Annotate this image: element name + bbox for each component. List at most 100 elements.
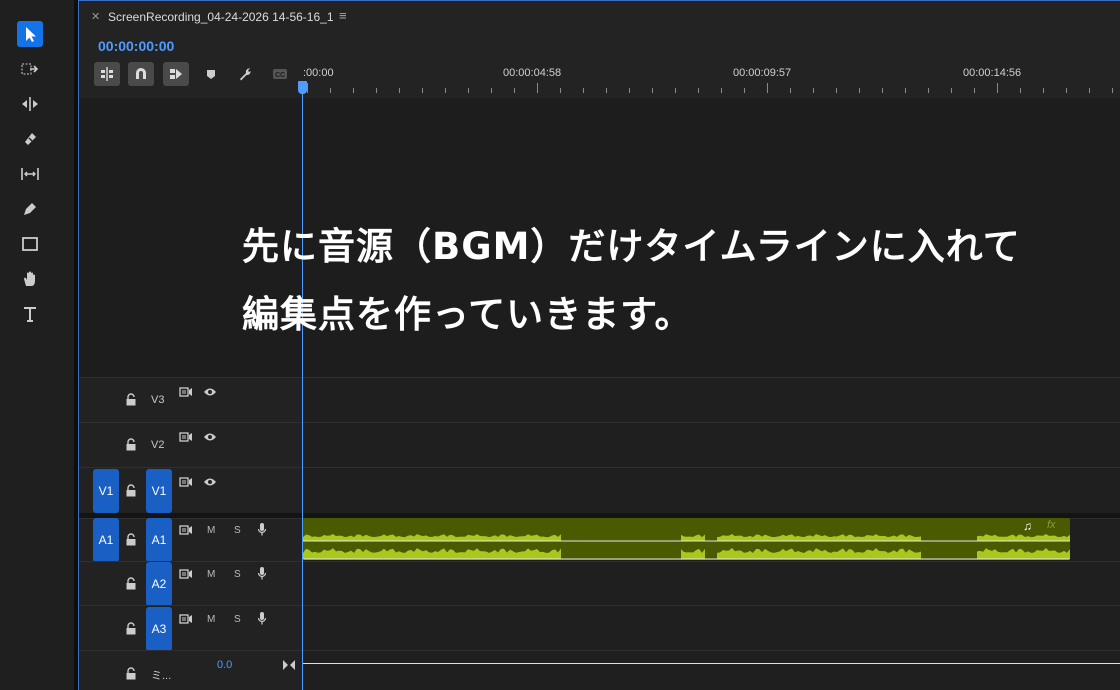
track-target-a3[interactable]: A3 <box>146 607 172 651</box>
lock-icon[interactable] <box>125 484 137 497</box>
mic-icon[interactable] <box>257 522 267 537</box>
add-marker-icon[interactable] <box>198 62 224 86</box>
source-patch-a1[interactable]: A1 <box>93 518 119 562</box>
ruler-tick <box>1089 88 1090 93</box>
ruler-tick <box>997 83 998 93</box>
sequence-tab[interactable]: ✕ ScreenRecording_04-24-2026 14-56-16_1 … <box>79 1 1120 33</box>
lock-icon[interactable] <box>125 622 137 635</box>
ruler-tick <box>1020 88 1021 93</box>
go-to-out-point-icon[interactable] <box>283 660 295 670</box>
ruler-label: :00:00 <box>303 67 334 79</box>
mute-button[interactable]: M <box>207 525 215 536</box>
ruler-tick <box>652 88 653 93</box>
sync-lock-icon[interactable] <box>179 568 193 580</box>
ruler-tick <box>744 88 745 93</box>
time-ruler[interactable]: :00:00 00:00:04:58 00:00:09:57 00:00:14:… <box>303 61 1120 97</box>
snap-magnet-icon[interactable] <box>128 62 154 86</box>
mic-icon[interactable] <box>257 611 267 626</box>
ruler-tick <box>307 83 308 93</box>
track-target-a2[interactable]: A2 <box>146 562 172 606</box>
overlay-caption: 先に音源（BGM）だけタイムラインに入れて 編集点を作っていきます。 <box>242 213 1021 349</box>
razor-tool-icon[interactable] <box>17 126 43 152</box>
track-header-a1: A1 A1 M S <box>79 518 303 562</box>
eye-icon[interactable] <box>203 432 217 442</box>
track-target-v1[interactable]: V1 <box>146 469 172 513</box>
ruler-tick <box>537 83 538 93</box>
sequence-title[interactable]: ScreenRecording_04-24-2026 14-56-16_1 <box>108 10 334 24</box>
panel-menu-icon[interactable]: ≡ <box>339 8 347 23</box>
type-tool-icon[interactable] <box>17 301 43 327</box>
track-header-a3: A3 M S <box>79 606 303 651</box>
sync-lock-icon[interactable] <box>179 386 193 398</box>
lock-icon[interactable] <box>125 667 137 680</box>
mute-button[interactable]: M <box>207 614 215 625</box>
mic-icon[interactable] <box>257 566 267 581</box>
ruler-tick <box>560 88 561 93</box>
fx-badge[interactable]: fx <box>1047 519 1056 531</box>
ruler-tick <box>606 88 607 93</box>
hand-tool-icon[interactable] <box>17 266 43 292</box>
eye-icon[interactable] <box>203 477 217 487</box>
lock-icon[interactable] <box>125 577 137 590</box>
close-icon[interactable]: ✕ <box>91 10 100 23</box>
ruler-tick <box>629 88 630 93</box>
audio-clip-bgm[interactable]: ♫ fx <box>303 518 1070 560</box>
sync-lock-icon[interactable] <box>179 613 193 625</box>
timeline-settings-wrench-icon[interactable] <box>232 62 258 86</box>
track-v2[interactable]: V2 <box>79 422 1120 467</box>
playhead-timecode[interactable]: 00:00:00:00 <box>98 38 174 54</box>
solo-button[interactable]: S <box>234 569 241 580</box>
slip-tool-icon[interactable] <box>17 161 43 187</box>
captions-icon[interactable]: CC <box>267 62 293 86</box>
track-target-a1[interactable]: A1 <box>146 518 172 562</box>
mute-button[interactable]: M <box>207 569 215 580</box>
sync-lock-icon[interactable] <box>179 524 193 536</box>
lock-icon[interactable] <box>125 438 137 451</box>
ruler-tick <box>836 88 837 93</box>
sync-lock-icon[interactable] <box>179 431 193 443</box>
ruler-tick <box>882 88 883 93</box>
track-select-tool-icon[interactable] <box>17 56 43 82</box>
playhead-line[interactable] <box>302 81 303 690</box>
track-a3[interactable]: A3 M S <box>79 605 1120 651</box>
track-v1[interactable]: V1 V1 <box>79 467 1120 513</box>
lock-icon[interactable] <box>125 393 137 406</box>
tools-panel <box>0 0 74 690</box>
master-volume-value[interactable]: 0.0 <box>217 659 232 671</box>
master-volume-line[interactable] <box>303 663 1120 664</box>
track-v3[interactable]: V3 <box>79 377 1120 422</box>
solo-button[interactable]: S <box>234 614 241 625</box>
lock-icon[interactable] <box>125 533 137 546</box>
eye-icon[interactable] <box>203 387 217 397</box>
ruler-tick <box>721 88 722 93</box>
track-header-v2: V2 <box>79 423 303 467</box>
ruler-tick <box>675 88 676 93</box>
ruler-tick <box>974 88 975 93</box>
ruler-tick <box>767 83 768 93</box>
waveform-segment <box>717 534 921 541</box>
music-note-icon: ♫ <box>1023 519 1032 533</box>
waveform-segment <box>681 534 705 541</box>
track-name: ミ... <box>151 670 172 682</box>
ruler-tick <box>514 88 515 93</box>
track-name: V3 <box>151 394 165 406</box>
linked-selection-icon[interactable] <box>163 62 189 86</box>
waveform-segment <box>977 548 1070 559</box>
sync-lock-icon[interactable] <box>179 476 193 488</box>
caption-line: 先に音源（BGM）だけタイムラインに入れて <box>242 225 1021 268</box>
pen-tool-icon[interactable] <box>17 196 43 222</box>
chip-label: A3 <box>151 622 167 636</box>
track-name: V2 <box>151 439 165 451</box>
solo-button[interactable]: S <box>234 525 241 536</box>
track-a2[interactable]: A2 M S <box>79 561 1120 606</box>
source-patch-v1[interactable]: V1 <box>93 469 119 513</box>
rectangle-tool-icon[interactable] <box>17 231 43 257</box>
selection-tool-icon[interactable] <box>17 21 43 47</box>
ruler-tick <box>698 88 699 93</box>
ruler-tick <box>813 88 814 93</box>
track-master[interactable]: ミ... <box>79 650 1120 690</box>
svg-text:CC: CC <box>275 72 285 79</box>
ruler-tick <box>399 88 400 93</box>
insert-sequence-nest-icon[interactable] <box>94 62 120 86</box>
ripple-edit-tool-icon[interactable] <box>17 91 43 117</box>
